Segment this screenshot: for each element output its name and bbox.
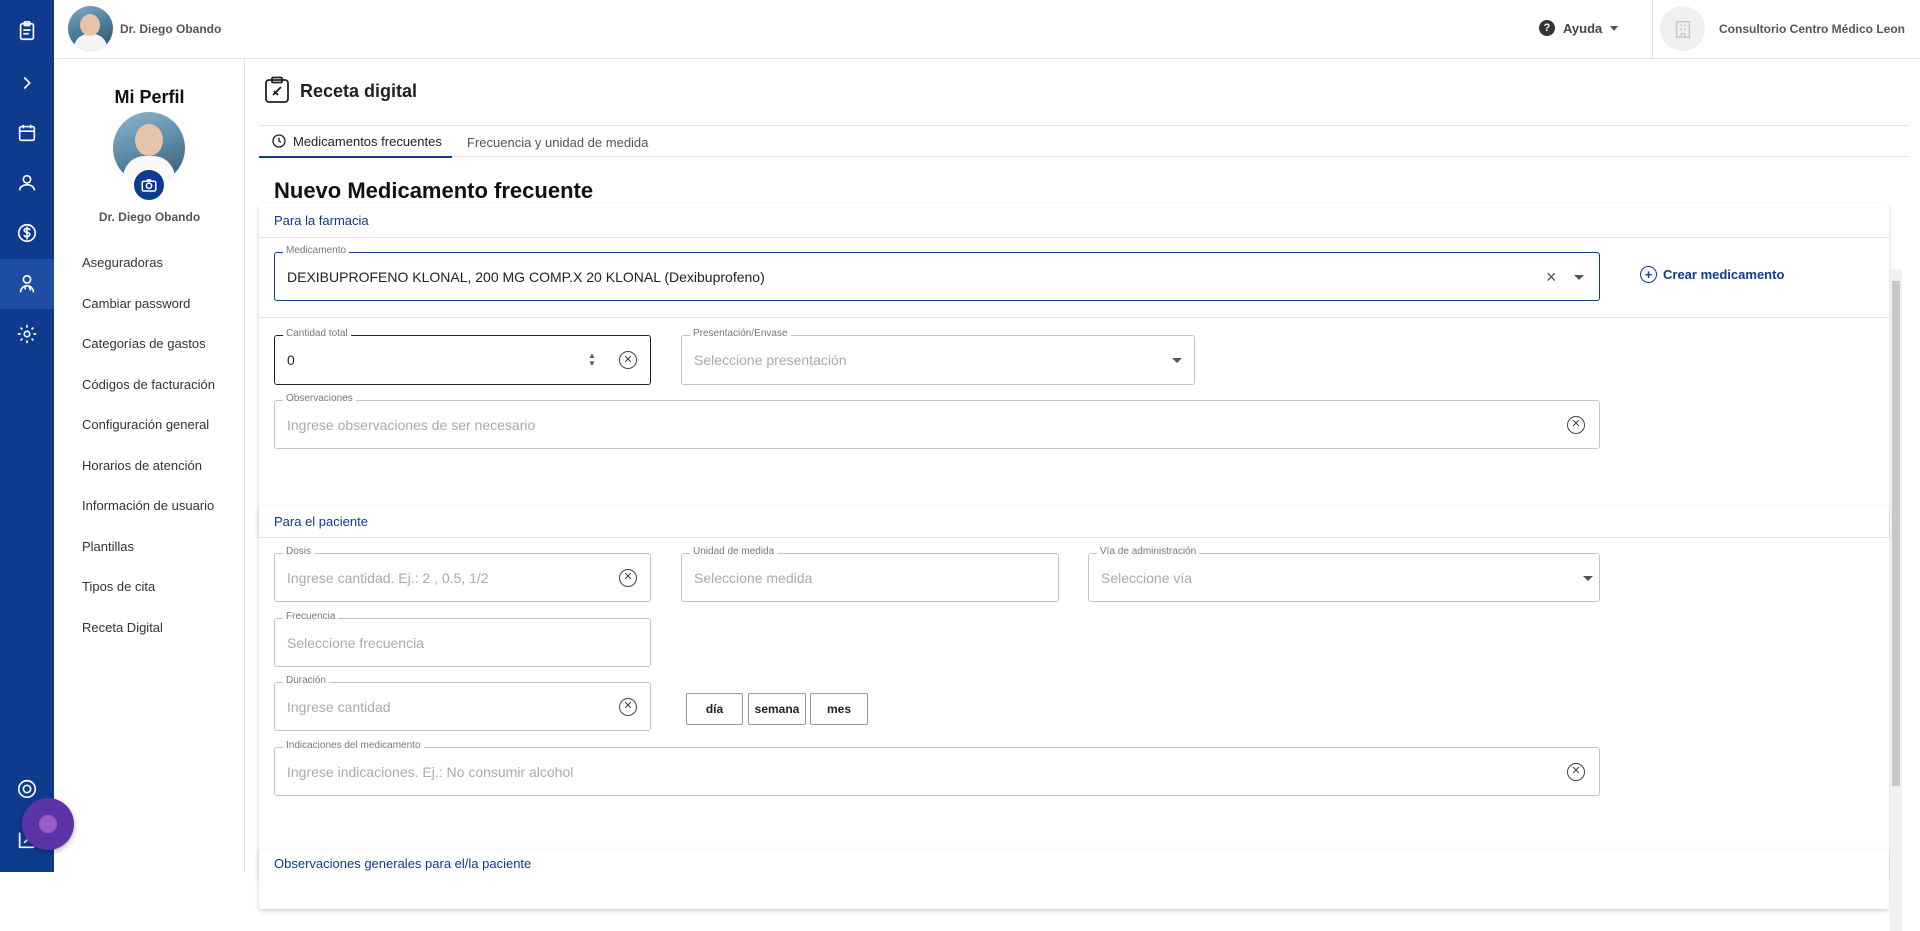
- medicamento-select[interactable]: Medicamento DEXIBUPROFENO KLONAL, 200 MG…: [274, 245, 1600, 301]
- via-placeholder: Seleccione vía: [1101, 569, 1193, 586]
- patients-icon[interactable]: [13, 169, 41, 197]
- tab-medicamentos-frecuentes[interactable]: Medicamentos frecuentes: [259, 126, 452, 158]
- cantidad-value: 0: [287, 352, 295, 368]
- patient-card: Para el paciente Dosis Ingrese cantidad.…: [259, 506, 1889, 879]
- presentacion-select[interactable]: Presentación/Envase Seleccione presentac…: [681, 328, 1195, 385]
- prescription-icon: [265, 76, 289, 103]
- patient-header: Para el paciente: [274, 514, 368, 529]
- divider: [259, 237, 1889, 238]
- sidebar-title: Mi Perfil: [114, 87, 185, 107]
- main-content: Receta digital Medicamentos frecuentes F…: [245, 59, 1920, 931]
- tab-label: Medicamentos frecuentes: [293, 133, 442, 149]
- observaciones-input[interactable]: Observaciones Ingrese observaciones de s…: [274, 393, 1600, 449]
- cantidad-total-input[interactable]: Cantidad total 0 ▲ ▼ ✕: [274, 328, 651, 385]
- profile-sidebar: Mi Perfil Dr. Diego Obando Aseguradoras …: [54, 59, 245, 872]
- frecuencia-placeholder: Seleccione frecuencia: [287, 634, 424, 651]
- medicamento-value: DEXIBUPROFENO KLONAL, 200 MG COMP.X 20 K…: [287, 268, 765, 285]
- help-label: Ayuda: [1563, 20, 1603, 36]
- general-card: Observaciones generales para el/la pacie…: [259, 849, 1889, 909]
- divider: [259, 317, 1889, 318]
- duration-mes-button[interactable]: mes: [810, 693, 868, 725]
- chevron-down-icon[interactable]: [1172, 358, 1182, 363]
- unidad-medida-select[interactable]: Unidad de medida Seleccione medida: [681, 546, 1059, 602]
- dollar-icon[interactable]: [13, 219, 41, 247]
- app-rail: [0, 0, 54, 872]
- scrollbar-thumb[interactable]: [1892, 281, 1900, 786]
- tab-frecuencia-unidad[interactable]: Frecuencia y unidad de medida: [467, 126, 648, 158]
- chat-fab-button[interactable]: [22, 798, 74, 850]
- unidad-placeholder: Seleccione medida: [694, 569, 813, 586]
- frecuencia-select[interactable]: Frecuencia Seleccione frecuencia: [274, 611, 651, 667]
- dosis-input[interactable]: Dosis Ingrese cantidad. Ej.: 2 , 0.5, 1/…: [274, 546, 651, 602]
- clinic-logo: [1660, 6, 1705, 51]
- profile-menu: Aseguradoras Cambiar password Categorías…: [82, 256, 215, 661]
- create-label: Crear medicamento: [1663, 267, 1785, 282]
- chat-icon: [39, 815, 57, 833]
- clipboard-icon[interactable]: [13, 17, 41, 45]
- camera-icon[interactable]: [132, 168, 166, 202]
- observaciones-placeholder: Ingrese observaciones de ser necesario: [287, 416, 536, 433]
- help-menu[interactable]: ? Ayuda: [1539, 20, 1619, 36]
- chevron-right-icon[interactable]: [13, 69, 41, 97]
- sidebar-item-aseguradoras[interactable]: Aseguradoras: [82, 256, 215, 297]
- sidebar-item-codigos-facturacion[interactable]: Códigos de facturación: [82, 377, 215, 419]
- calendar-icon[interactable]: [13, 119, 41, 147]
- sidebar-item-plantillas[interactable]: Plantillas: [82, 539, 215, 581]
- indicaciones-placeholder: Ingrese indicaciones. Ej.: No consumir a…: [287, 763, 574, 780]
- tab-bar: Medicamentos frecuentes Frecuencia y uni…: [259, 125, 1909, 158]
- sidebar-item-horarios-atencion[interactable]: Horarios de atención: [82, 458, 215, 500]
- help-icon: ?: [1539, 20, 1555, 36]
- sidebar-item-cambiar-password[interactable]: Cambiar password: [82, 296, 215, 338]
- duration-dia-button[interactable]: día: [686, 693, 743, 725]
- profile-name: Dr. Diego Obando: [98, 210, 201, 224]
- divider: [259, 537, 1889, 538]
- chevron-down-icon[interactable]: [1574, 274, 1584, 280]
- doctor-icon[interactable]: [13, 270, 41, 298]
- chevron-down-icon: [1610, 25, 1619, 31]
- clock-icon: [272, 134, 286, 148]
- close-icon[interactable]: ×: [1546, 267, 1557, 287]
- via-administracion-select[interactable]: Vía de administración Seleccione vía: [1088, 546, 1600, 602]
- pharmacy-header: Para la farmacia: [274, 213, 369, 228]
- pharmacy-card: Para la farmacia Medicamento DEXIBUPROFE…: [259, 204, 1889, 536]
- section-title: Nuevo Medicamento frecuente: [274, 178, 594, 203]
- divider: [1652, 0, 1653, 59]
- create-medicamento-button[interactable]: + Crear medicamento: [1640, 266, 1784, 283]
- clear-icon[interactable]: ✕: [619, 351, 637, 369]
- settings-icon[interactable]: [13, 320, 41, 348]
- duracion-input[interactable]: Duración Ingrese cantidad ✕: [274, 675, 651, 731]
- scrollbar[interactable]: [1890, 269, 1902, 931]
- dosis-placeholder: Ingrese cantidad. Ej.: 2 , 0.5, 1/2: [287, 569, 489, 586]
- duration-semana-button[interactable]: semana: [748, 693, 806, 725]
- sidebar-item-configuracion-general[interactable]: Configuración general: [82, 418, 215, 459]
- tab-label: Frecuencia y unidad de medida: [467, 134, 649, 150]
- sidebar-item-categorias-gastos[interactable]: Categorías de gastos: [82, 337, 215, 378]
- add-icon: +: [1640, 266, 1657, 283]
- clinic-name[interactable]: Consultorio Centro Médico Leon: [1719, 22, 1905, 36]
- clear-icon[interactable]: ✕: [619, 697, 637, 716]
- duracion-placeholder: Ingrese cantidad: [287, 698, 391, 715]
- sidebar-item-tipos-cita[interactable]: Tipos de cita: [82, 580, 215, 621]
- clear-icon[interactable]: ✕: [1567, 762, 1585, 781]
- indicaciones-input[interactable]: Indicaciones del medicamento Ingrese ind…: [274, 740, 1600, 796]
- support-icon[interactable]: [13, 775, 41, 803]
- avatar[interactable]: [68, 6, 113, 51]
- stepper-icon[interactable]: ▲ ▼: [587, 352, 597, 368]
- sidebar-item-receta-digital[interactable]: Receta Digital: [82, 620, 215, 662]
- clear-icon[interactable]: ✕: [619, 568, 637, 587]
- clear-icon[interactable]: ✕: [1567, 415, 1585, 434]
- page-title: Receta digital: [300, 81, 418, 101]
- top-user-name: Dr. Diego Obando: [120, 22, 222, 36]
- general-header: Observaciones generales para el/la pacie…: [274, 856, 532, 871]
- top-bar: Dr. Diego Obando ? Ayuda Consultorio Cen…: [54, 0, 1920, 59]
- chevron-down-icon[interactable]: [1583, 575, 1593, 581]
- sidebar-item-informacion-usuario[interactable]: Información de usuario: [82, 499, 215, 540]
- presentacion-placeholder: Seleccione presentación: [694, 352, 847, 368]
